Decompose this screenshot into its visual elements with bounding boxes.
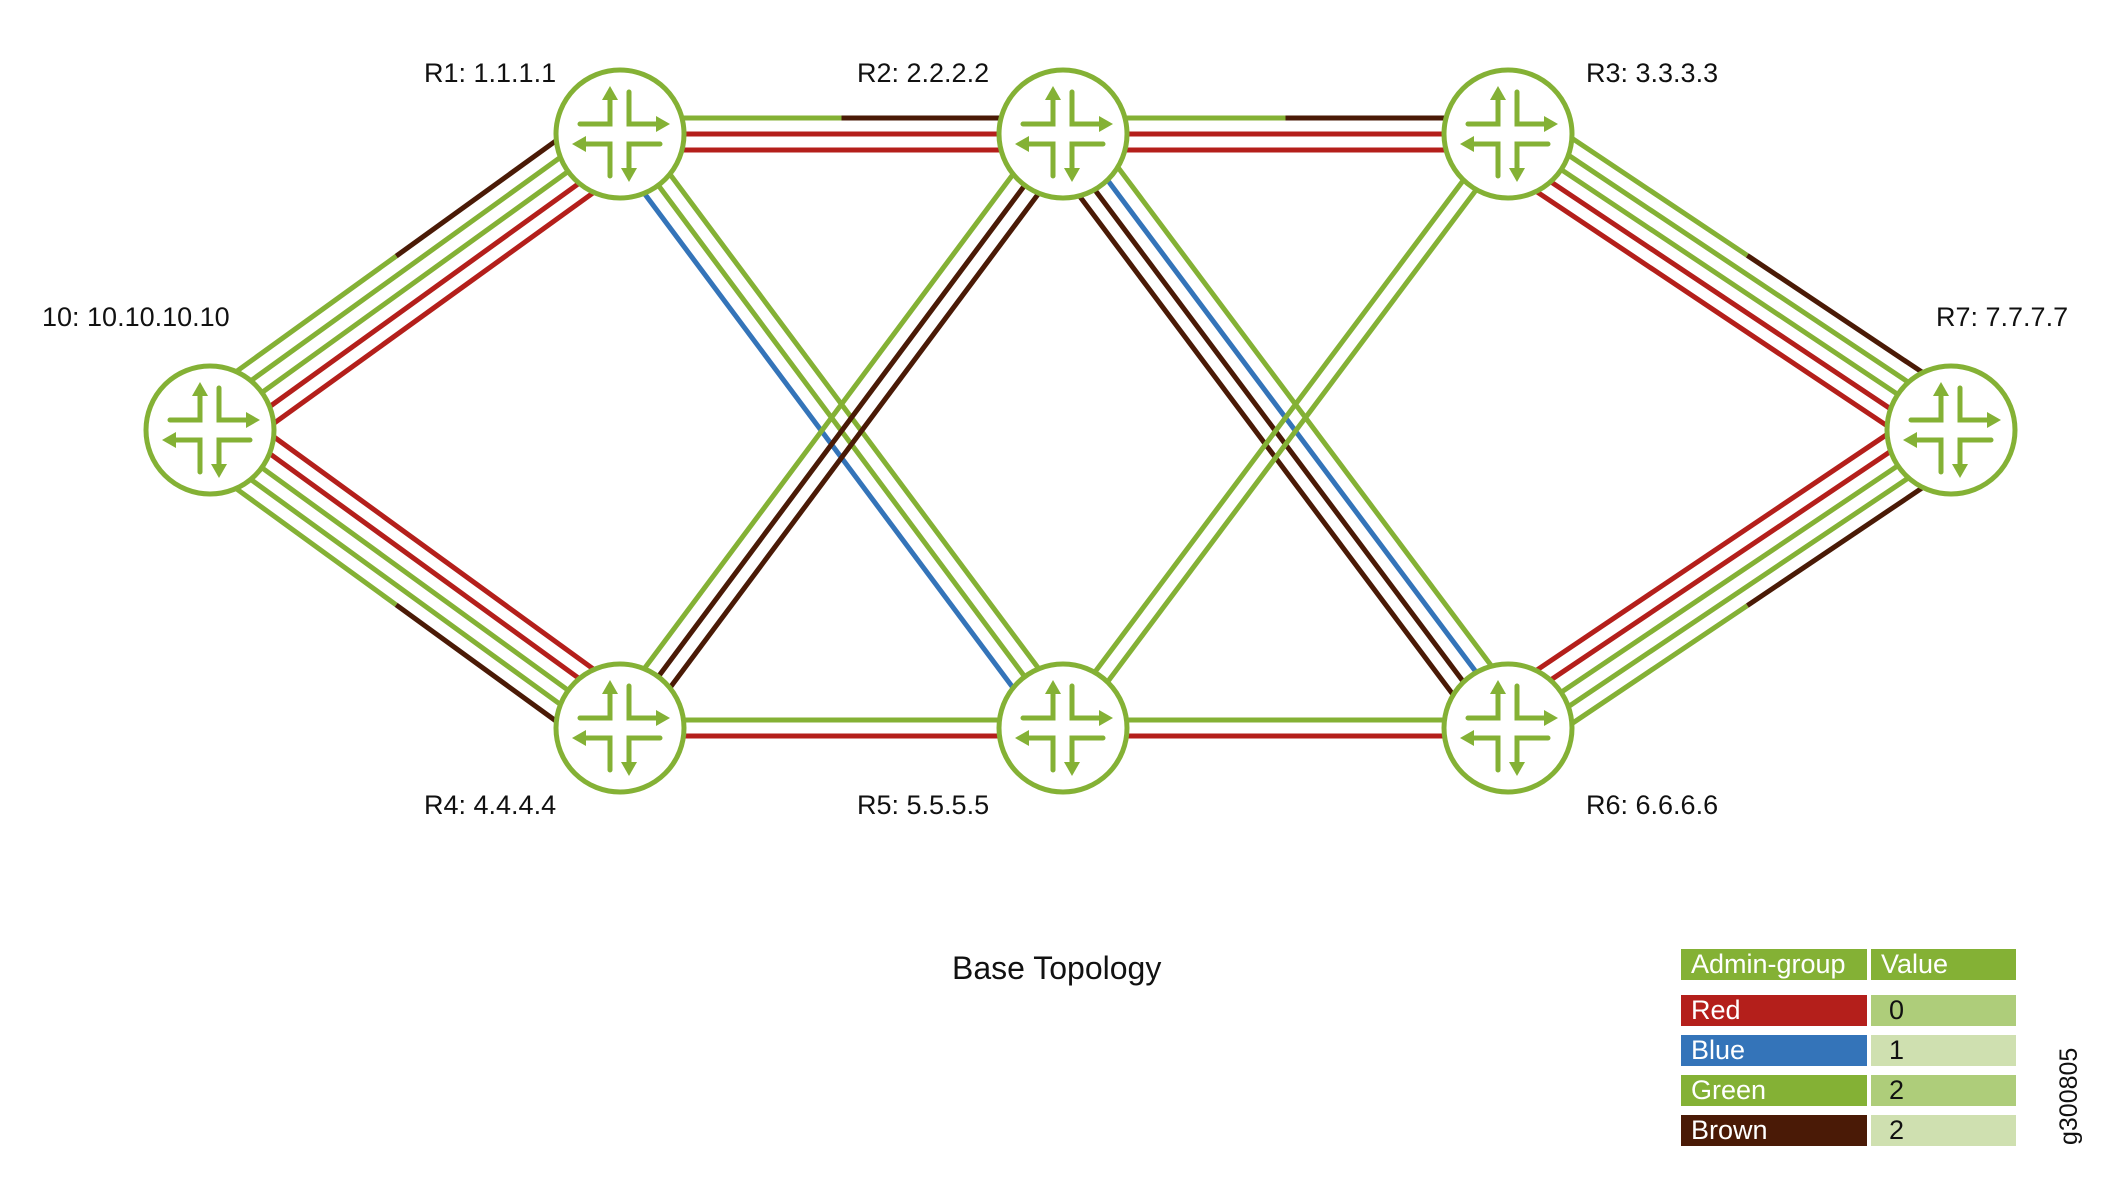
- legend-row-green-name: Green: [1681, 1075, 1867, 1106]
- link-r6-r7-strand: [1549, 449, 1893, 683]
- link-r3-r7-strand: [1549, 179, 1892, 411]
- links-layer: [234, 115, 1925, 739]
- link-r6-r7-strand: [1534, 432, 1889, 673]
- node-label-r4: R4: 4.4.4.4: [424, 790, 557, 820]
- node-label-r7: R7: 7.7.7.7: [1936, 302, 2069, 332]
- link-r2-r4-strand: [642, 172, 1016, 671]
- legend-row-red-name: Red: [1681, 995, 1867, 1026]
- router-icon-r7: [1884, 363, 2018, 497]
- node-label-r3: R3: 3.3.3.3: [1586, 58, 1719, 88]
- link-r10-r4-strand: [260, 465, 570, 693]
- legend-header-name: Admin-group: [1681, 949, 1867, 980]
- link-r1-r5-strand: [667, 172, 1041, 671]
- link-r3-r5-strand: [1105, 188, 1479, 684]
- link-r2-r6-strand: [1092, 188, 1466, 684]
- router-icon-r5: [996, 661, 1130, 795]
- link-r3-r7-strand: [1567, 153, 1910, 385]
- legend-header-value: Value: [1871, 949, 2016, 980]
- link-r10-r1-strand: [249, 155, 562, 383]
- legend-row-blue-value: 1: [1871, 1035, 2016, 1066]
- link-r6-r7-strand: [1566, 475, 1910, 709]
- figure-id: g300805: [2055, 1047, 2083, 1145]
- link-r3-r5-strand: [1092, 178, 1466, 674]
- diagram-title: Base Topology: [952, 950, 1162, 986]
- legend-row-brown-value: 2: [1871, 1115, 2016, 1146]
- node-label-r10: 10: 10.10.10.10: [42, 302, 230, 332]
- node-label-r6: R6: 6.6.6.6: [1586, 790, 1719, 820]
- router-icon-r1: [553, 67, 687, 201]
- link-r2-r6-strand: [1105, 178, 1479, 674]
- legend-row-red-value: 0: [1871, 995, 2016, 1026]
- link-r10-r4-strand: [268, 451, 581, 681]
- link-r6-r7-strand: [1559, 463, 1900, 695]
- link-r10-r1-strand: [260, 169, 570, 395]
- router-icon-r2: [996, 67, 1130, 201]
- router-icon-r10: [143, 363, 277, 497]
- routers-layer: [143, 67, 2018, 795]
- link-r2-r4-strand: [667, 191, 1041, 690]
- link-r3-r7-strand: [1534, 189, 1889, 428]
- link-r10-r4-strand: [249, 477, 562, 707]
- legend-row-green-value: 2: [1871, 1075, 2016, 1106]
- router-icon-r4: [553, 661, 687, 795]
- router-icon-r3: [1441, 67, 1575, 201]
- node-label-r2: R2: 2.2.2.2: [857, 58, 990, 88]
- legend-row-blue-name: Blue: [1681, 1035, 1867, 1066]
- node-label-r5: R5: 5.5.5.5: [857, 790, 990, 820]
- legend-row-brown-name: Brown: [1681, 1115, 1867, 1146]
- node-label-r1: R1: 1.1.1.1: [424, 58, 557, 88]
- link-r3-r7-strand: [1559, 167, 1900, 397]
- router-icon-r6: [1441, 661, 1575, 795]
- link-r10-r1-strand: [268, 181, 581, 409]
- link-r1-r5-strand: [642, 191, 1016, 690]
